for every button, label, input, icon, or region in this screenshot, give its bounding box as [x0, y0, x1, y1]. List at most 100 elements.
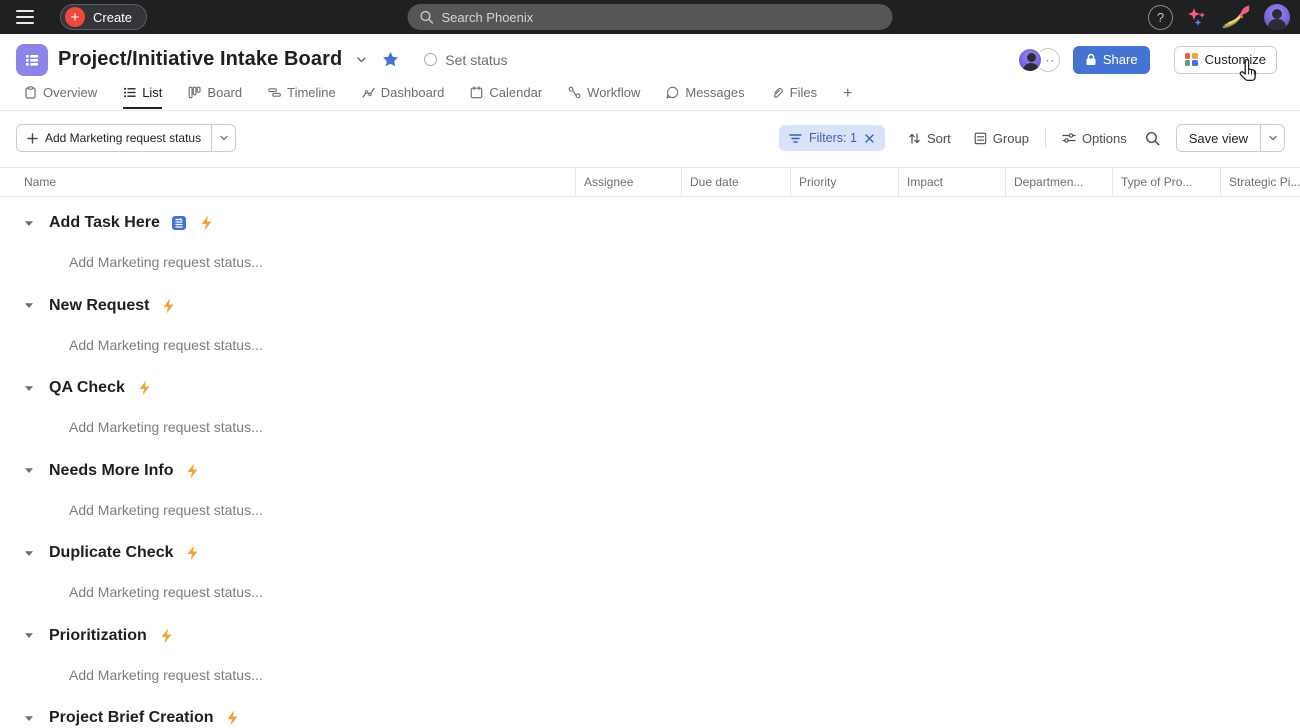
table-header: Name Assignee Due date Priority Impact D…	[0, 167, 1300, 197]
column-header-strategic-pillar[interactable]: Strategic Pi...	[1220, 168, 1300, 196]
set-status-label: Set status	[445, 52, 507, 68]
group-button[interactable]: Group	[974, 131, 1029, 146]
tab-files[interactable]: Files	[771, 85, 817, 109]
column-header-impact[interactable]: Impact	[898, 168, 1005, 196]
plus-icon	[27, 133, 38, 144]
section-title[interactable]: Add Task Here	[49, 214, 160, 232]
list-icon	[123, 86, 136, 99]
sort-button[interactable]: Sort	[908, 131, 951, 146]
customize-label: Customize	[1205, 52, 1266, 67]
chevron-down-icon	[219, 133, 229, 143]
favorite-star-icon[interactable]	[382, 51, 399, 68]
collapse-triangle-icon[interactable]	[24, 550, 40, 557]
section-title[interactable]: Needs More Info	[49, 462, 173, 480]
list-body: Add Task Here Add Marketing request stat…	[0, 197, 1300, 728]
column-header-department[interactable]: Departmen...	[1005, 168, 1112, 196]
tab-overview[interactable]: Overview	[24, 85, 97, 109]
add-status-button[interactable]: Add Marketing request status	[16, 124, 236, 152]
section-title[interactable]: Duplicate Check	[49, 544, 173, 562]
help-icon[interactable]: ?	[1148, 5, 1173, 30]
phoenix-mascot-icon[interactable]	[1221, 4, 1251, 30]
customize-button[interactable]: Customize	[1174, 46, 1277, 74]
overview-icon	[24, 86, 37, 99]
topbar-actions: ?	[1148, 4, 1300, 30]
filters-chip[interactable]: Filters: 1	[779, 125, 885, 151]
title-chevron-down-icon[interactable]	[355, 53, 368, 66]
rule-bolt-icon[interactable]	[200, 215, 213, 231]
add-task-row[interactable]: Add Marketing request status...	[0, 661, 1300, 689]
files-icon	[771, 86, 784, 99]
tab-workflow[interactable]: Workflow	[568, 85, 640, 109]
search-input[interactable]: Search Phoenix	[408, 4, 893, 30]
add-task-row[interactable]: Add Marketing request status...	[0, 413, 1300, 441]
collapse-triangle-icon[interactable]	[24, 220, 40, 227]
lock-icon	[1085, 53, 1097, 66]
section-new-request: New Request Add Marketing request status…	[0, 292, 1300, 359]
save-view-button[interactable]: Save view	[1176, 124, 1285, 152]
member-avatar[interactable]	[1017, 47, 1043, 73]
tab-label: Dashboard	[381, 85, 445, 100]
section-title[interactable]: New Request	[49, 297, 149, 315]
section-qa-check: QA Check Add Marketing request status...	[0, 374, 1300, 441]
tab-calendar[interactable]: Calendar	[470, 85, 542, 109]
tab-board[interactable]: Board	[188, 85, 242, 109]
column-header-assignee[interactable]: Assignee	[575, 168, 681, 196]
add-task-row[interactable]: Add Marketing request status...	[0, 578, 1300, 606]
collapse-triangle-icon[interactable]	[24, 632, 40, 639]
toolbar-divider	[1045, 128, 1046, 148]
rule-bolt-icon[interactable]	[162, 298, 175, 314]
share-button[interactable]: Share	[1073, 46, 1150, 74]
add-task-row[interactable]: Add Marketing request status...	[0, 496, 1300, 524]
tab-label: Workflow	[587, 85, 640, 100]
options-button[interactable]: Options	[1062, 131, 1127, 146]
list-glyph-icon	[24, 52, 40, 68]
rule-bolt-icon[interactable]	[226, 710, 239, 726]
tab-label: Board	[207, 85, 242, 100]
save-view-dropdown[interactable]	[1260, 125, 1284, 151]
share-label: Share	[1103, 52, 1138, 67]
column-header-name[interactable]: Name	[0, 168, 575, 196]
column-header-due-date[interactable]: Due date	[681, 168, 790, 196]
rule-bolt-icon[interactable]	[160, 628, 173, 644]
collapse-triangle-icon[interactable]	[24, 385, 40, 392]
tab-label: Messages	[685, 85, 744, 100]
add-task-row[interactable]: Add Marketing request status...	[0, 248, 1300, 276]
dashboard-icon	[362, 86, 375, 99]
tab-timeline[interactable]: Timeline	[268, 85, 336, 109]
tab-messages[interactable]: Messages	[666, 85, 744, 109]
add-status-dropdown[interactable]	[211, 125, 235, 151]
rule-bolt-icon[interactable]	[186, 463, 199, 479]
section-needs-more-info: Needs More Info Add Marketing request st…	[0, 457, 1300, 524]
rule-bolt-icon[interactable]	[138, 380, 151, 396]
project-header: Project/Initiative Intake Board Set stat…	[0, 34, 1300, 85]
rule-bolt-icon[interactable]	[186, 545, 199, 561]
column-header-priority[interactable]: Priority	[790, 168, 898, 196]
clear-filter-icon[interactable]	[864, 133, 875, 144]
add-task-row[interactable]: Add Marketing request status...	[0, 331, 1300, 359]
section-title[interactable]: Prioritization	[49, 627, 147, 645]
create-button[interactable]: + Create	[60, 4, 147, 30]
view-tabs: Overview List Board Timeline Dashboard	[0, 85, 1300, 111]
project-list-icon[interactable]	[16, 44, 48, 76]
tab-label: List	[142, 85, 162, 100]
create-label: Create	[93, 10, 132, 25]
filters-label: Filters: 1	[809, 131, 857, 145]
template-doc-icon[interactable]	[171, 215, 187, 231]
collapse-triangle-icon[interactable]	[24, 715, 40, 722]
user-avatar[interactable]	[1264, 4, 1290, 30]
tab-list[interactable]: List	[123, 85, 162, 109]
section-title[interactable]: QA Check	[49, 379, 125, 397]
ai-sparkles-icon[interactable]	[1186, 6, 1208, 28]
tab-dashboard[interactable]: Dashboard	[362, 85, 445, 109]
collapse-triangle-icon[interactable]	[24, 302, 40, 309]
set-status-button[interactable]: Set status	[424, 52, 507, 68]
menu-icon[interactable]	[16, 8, 38, 26]
collapse-triangle-icon[interactable]	[24, 467, 40, 474]
tab-label: Calendar	[489, 85, 542, 100]
section-prioritization: Prioritization Add Marketing request sta…	[0, 622, 1300, 689]
add-tab-button[interactable]: +	[843, 85, 852, 109]
column-header-type-of-project[interactable]: Type of Pro...	[1112, 168, 1220, 196]
list-search-button[interactable]	[1145, 131, 1160, 146]
section-title[interactable]: Project Brief Creation	[49, 709, 213, 727]
search-placeholder: Search Phoenix	[442, 10, 534, 25]
